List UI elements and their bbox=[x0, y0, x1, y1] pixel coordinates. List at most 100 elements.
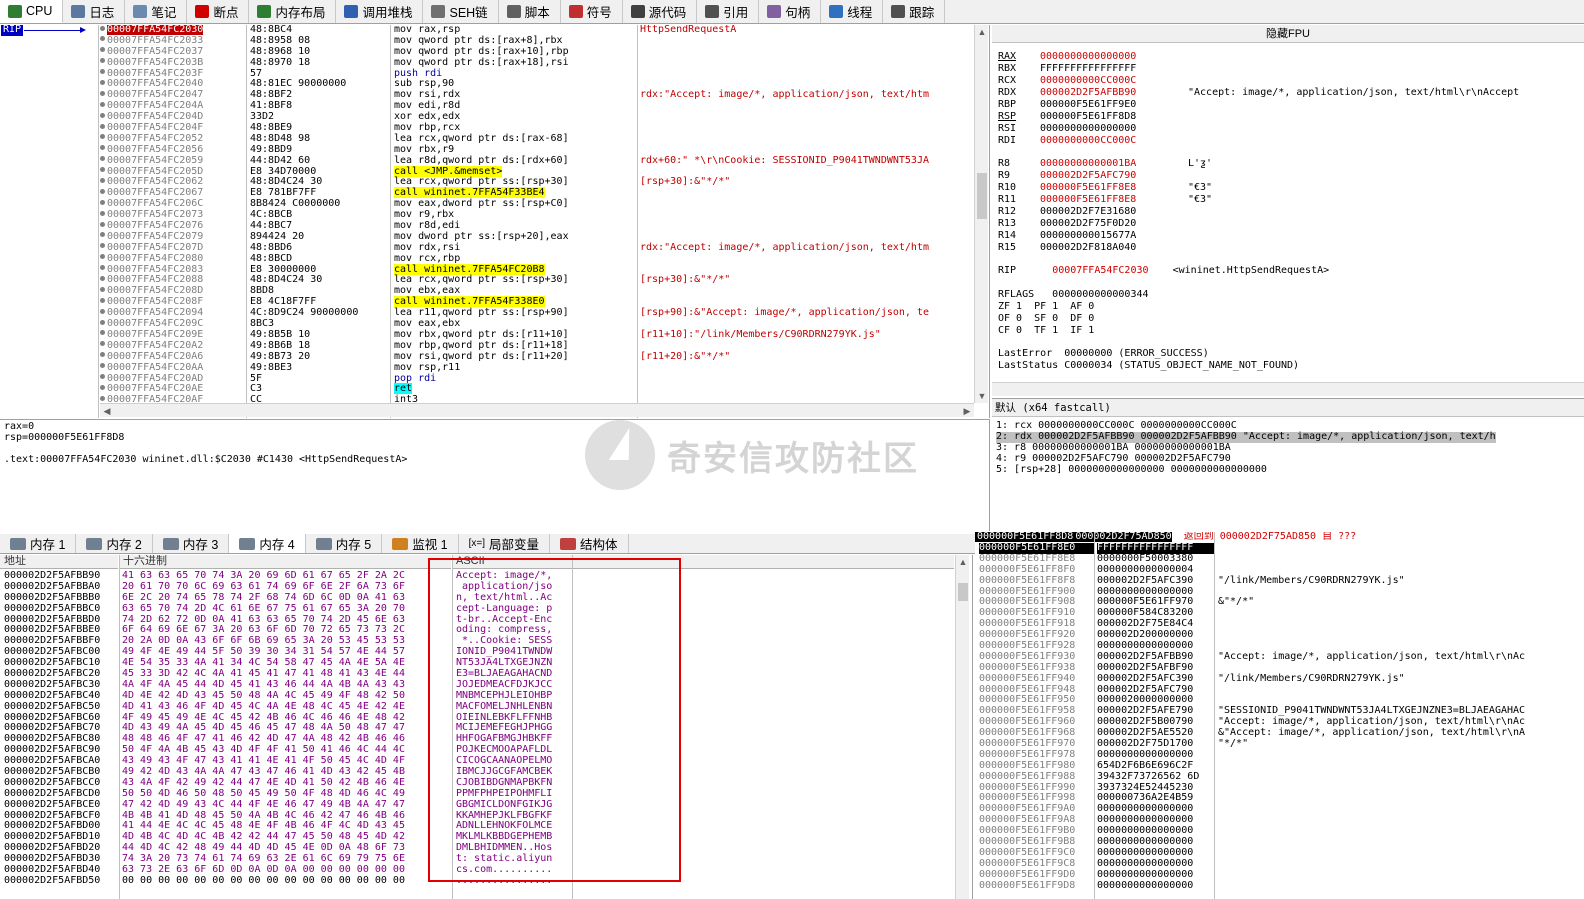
breakpoint-dot-icon[interactable] bbox=[100, 297, 105, 303]
disasm-row-instruction[interactable]: mov rcx,rbp bbox=[394, 253, 636, 265]
registers-hscroll[interactable] bbox=[992, 382, 1584, 396]
disasm-row-comment[interactable] bbox=[640, 221, 973, 232]
tab-6[interactable]: SEH链 bbox=[423, 0, 499, 23]
stack-row-comment[interactable] bbox=[1218, 848, 1584, 859]
disasm-row-bytes[interactable]: C3 bbox=[250, 383, 388, 395]
stack-row-comment[interactable] bbox=[1218, 881, 1584, 892]
call-convention-pane[interactable]: 默认 (x64 fastcall) 1: rcx 0000000000CC000… bbox=[992, 398, 1584, 532]
tab-1[interactable]: 日志 bbox=[63, 0, 126, 23]
hide-fpu-button[interactable]: 隐藏FPU bbox=[992, 25, 1584, 43]
disasm-row-comment[interactable] bbox=[640, 210, 973, 221]
rflags-register[interactable]: RFLAGS 0000000000000344 bbox=[998, 289, 1149, 301]
disasm-row-bytes[interactable]: 49:8B73 20 bbox=[250, 351, 388, 363]
stack-row-value[interactable]: 000002D2F5AFC390 bbox=[1097, 575, 1214, 587]
tab-12[interactable]: 线程 bbox=[821, 0, 884, 23]
stack-comment-column[interactable]: "/link/Members/C90RDRN279YK.js" &"*/*" "Ac… bbox=[1218, 543, 1584, 899]
stack-row-value[interactable]: 39432F73726562 6D bbox=[1097, 771, 1214, 783]
tab-13[interactable]: 跟踪 bbox=[883, 0, 946, 23]
stack-row-comment[interactable] bbox=[1218, 608, 1584, 619]
breakpoint-dot-icon[interactable] bbox=[100, 188, 105, 194]
tab-4[interactable]: 内存布局 bbox=[249, 0, 337, 23]
stack-row-value[interactable]: 0000000000000000 bbox=[1097, 869, 1214, 881]
dump-tab-2[interactable]: 内存 3 bbox=[153, 534, 230, 553]
tab-11[interactable]: 句柄 bbox=[759, 0, 822, 23]
breakpoint-dot-icon[interactable] bbox=[100, 275, 105, 281]
breakpoint-dot-icon[interactable] bbox=[100, 384, 105, 390]
register-value[interactable]: 0000000000CC000C bbox=[1040, 75, 1188, 87]
breakpoint-dot-icon[interactable] bbox=[100, 265, 105, 271]
stack-row-comment[interactable] bbox=[1218, 750, 1584, 761]
disasm-row-comment[interactable] bbox=[640, 188, 973, 199]
stack-row-comment[interactable] bbox=[1218, 837, 1584, 848]
stack-row-comment[interactable] bbox=[1218, 772, 1584, 783]
breakpoint-dot-icon[interactable] bbox=[100, 199, 105, 205]
call-arguments[interactable]: 1: rcx 0000000000CC000C 0000000000CC000C… bbox=[996, 420, 1496, 475]
breakpoint-dot-icon[interactable] bbox=[100, 69, 105, 75]
breakpoint-dot-icon[interactable] bbox=[100, 177, 105, 183]
breakpoint-dot-icon[interactable] bbox=[100, 341, 105, 347]
call-convention-dropdown[interactable]: 默认 (x64 fastcall) bbox=[992, 399, 1584, 417]
disasm-row-comment[interactable] bbox=[640, 47, 973, 58]
stack-row-comment[interactable] bbox=[1218, 804, 1584, 815]
dump-row-hex[interactable]: 63 65 70 74 2D 4C 61 6E 67 75 61 67 65 3… bbox=[122, 603, 452, 615]
disasm-row-comment[interactable] bbox=[640, 58, 973, 69]
dump-row-address[interactable]: 000002D2F5AFBC50 bbox=[4, 701, 119, 713]
breakpoint-dot-icon[interactable] bbox=[100, 58, 105, 64]
breakpoint-dot-icon[interactable] bbox=[100, 123, 105, 129]
dump-tab-7[interactable]: 结构体 bbox=[550, 534, 629, 553]
stack-row-comment[interactable] bbox=[1218, 826, 1584, 837]
breakpoint-dot-icon[interactable] bbox=[100, 145, 105, 151]
dump-tab-5[interactable]: 监视 1 bbox=[382, 534, 459, 553]
register-value[interactable]: 000000000015677A bbox=[1040, 230, 1188, 242]
tab-8[interactable]: 符号 bbox=[561, 0, 623, 23]
tab-0[interactable]: CPU bbox=[0, 0, 64, 23]
breakpoint-dot-icon[interactable] bbox=[100, 134, 105, 140]
general-registers[interactable]: RAX 0000000000000000 RBX FFFFFFFFFFFFFFFF RC… bbox=[998, 51, 1519, 148]
dump-tab-1[interactable]: 内存 2 bbox=[76, 534, 153, 553]
breakpoint-dot-icon[interactable] bbox=[100, 36, 105, 42]
disasm-row-comment[interactable] bbox=[640, 286, 973, 297]
disasm-row-comment[interactable] bbox=[640, 374, 973, 385]
disasm-row-comment[interactable]: [rsp+90]:&"Accept: image/*, application/… bbox=[640, 307, 973, 319]
dump-header-address[interactable]: 地址 bbox=[0, 555, 118, 569]
stack-row-value[interactable]: 0000000000000000 bbox=[1097, 880, 1214, 892]
breakpoint-dot-icon[interactable] bbox=[100, 308, 105, 314]
disasm-row-comment[interactable]: HttpSendRequestA bbox=[640, 25, 973, 36]
call-arg-row[interactable]: 4: r9 000002D2F5AFC790 000002D2F5AFC790 bbox=[996, 453, 1496, 465]
registers-pane[interactable]: 隐藏FPU RAX 0000000000000000 RBX FFFFFFFFFFFF… bbox=[992, 25, 1584, 397]
disasm-row-comment[interactable]: [rsp+30]:&"*/*" bbox=[640, 275, 973, 286]
stack-row-comment[interactable]: "/link/Members/C90RDRN279YK.js" bbox=[1218, 575, 1584, 587]
disasm-address-column[interactable]: 00007FFA54FC2030 00007FFA54FC2033 00007FFA… bbox=[100, 25, 246, 418]
tab-2[interactable]: 笔记 bbox=[125, 0, 188, 23]
dump-hex-column[interactable]: 41 63 63 65 70 74 3A 20 69 6D 61 67 65 2… bbox=[122, 571, 452, 899]
stack-row-comment[interactable]: &"*/*" bbox=[1218, 597, 1584, 608]
register-value[interactable]: 000002D2F818A040 bbox=[1040, 242, 1188, 254]
breakpoint-dot-icon[interactable] bbox=[100, 47, 105, 53]
stack-row-comment[interactable] bbox=[1218, 685, 1584, 696]
dump-row-address[interactable]: 000002D2F5AFBBC0 bbox=[4, 603, 119, 615]
stack-row-comment[interactable] bbox=[1218, 619, 1584, 630]
flags[interactable]: ZF 1 PF 1 AF 0 OF 0 SF 0 DF 0 CF 0 TF 1 IF… bbox=[998, 301, 1094, 338]
breakpoint-dot-icon[interactable] bbox=[100, 25, 105, 31]
stack-pane[interactable]: 000000F5E61FF8D8 000002D2F75AD850 返回到 000… bbox=[975, 532, 1584, 899]
breakpoint-dot-icon[interactable] bbox=[100, 232, 105, 238]
dump-tab-3[interactable]: 内存 4 bbox=[229, 534, 306, 553]
disasm-row-comment[interactable] bbox=[640, 69, 973, 80]
breakpoint-dot-icon[interactable] bbox=[100, 330, 105, 336]
disasm-row-comment[interactable] bbox=[640, 134, 973, 145]
breakpoint-dot-icon[interactable] bbox=[100, 101, 105, 107]
stack-row-address[interactable]: 000000F5E61FF940 bbox=[979, 673, 1095, 685]
stack-top-row[interactable]: 000000F5E61FF8D8 000002D2F75AD850 返回到 000… bbox=[975, 532, 1584, 543]
dump-row-hex[interactable]: 47 42 4D 49 43 4C 44 4F 4E 46 47 49 4B 4… bbox=[122, 799, 452, 811]
rip-register[interactable]: RIP 00007FFA54FC2030 <wininet.HttpSendRe… bbox=[998, 265, 1329, 277]
dump-row-address[interactable]: 000002D2F5AFBCE0 bbox=[4, 799, 119, 811]
register-value[interactable]: FFFFFFFFFFFFFFFF bbox=[1040, 63, 1188, 75]
stack-row-comment[interactable]: "Accept: image/*, application/json, text… bbox=[1218, 651, 1584, 663]
dump-row-address[interactable]: 000002D2F5AFBD50 bbox=[4, 875, 119, 887]
register-value[interactable]: 0000000000000000 bbox=[1040, 123, 1188, 135]
extended-registers[interactable]: R8 00000000000001BA L'ƺ' R9 000002D2F5AFC790… bbox=[998, 158, 1212, 255]
tab-5[interactable]: 调用堆栈 bbox=[336, 0, 424, 23]
disasm-row-comment[interactable] bbox=[640, 199, 973, 210]
stack-row-address[interactable]: 000000F5E61FF8F8 bbox=[979, 575, 1095, 587]
breakpoint-dot-icon[interactable] bbox=[100, 363, 105, 369]
